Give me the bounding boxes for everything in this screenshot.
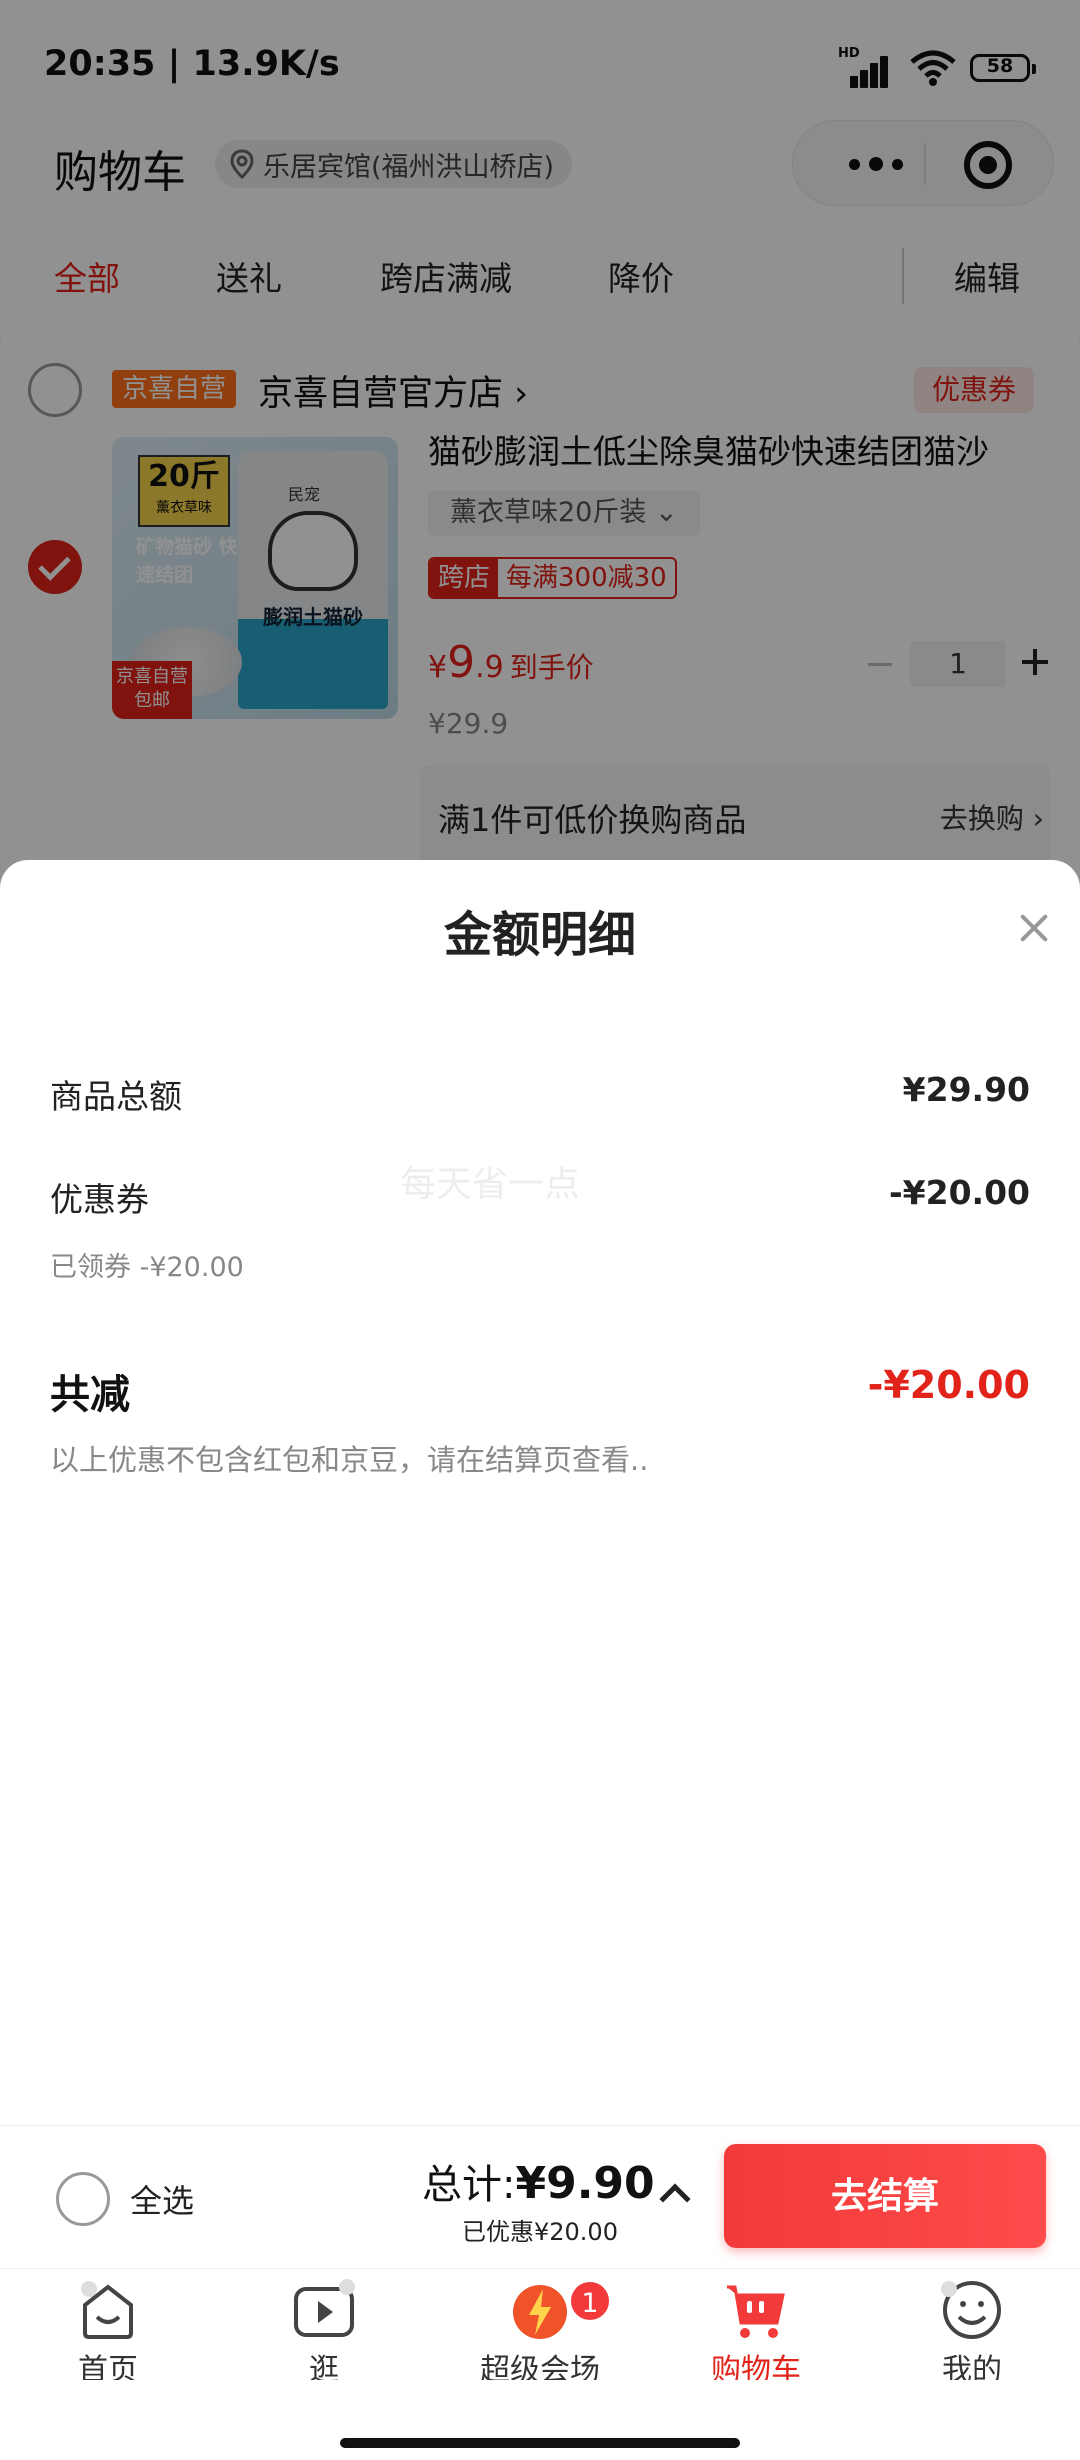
- gesture-area: [0, 2380, 1080, 2460]
- total-line: 总计:¥9.90: [422, 2152, 655, 2210]
- venue-icon: [513, 2285, 567, 2339]
- close-icon[interactable]: [1016, 910, 1052, 946]
- play-icon: [294, 2279, 355, 2337]
- profile-icon: [941, 2281, 1001, 2339]
- coupon-label: 优惠券: [50, 1180, 149, 1219]
- nav-venue[interactable]: 1 超级会场: [432, 2269, 648, 2388]
- nav-profile[interactable]: 我的: [864, 2269, 1080, 2388]
- total-amount: ¥9.90: [515, 2158, 655, 2209]
- watermark: 每天省一点: [400, 1164, 581, 1205]
- reduction-value: -¥20.00: [867, 1363, 1030, 1407]
- nav-cart[interactable]: 购物车: [648, 2269, 864, 2388]
- checkout-bar: 全选 总计:¥9.90 已优惠¥20.00 去结算: [0, 2125, 1080, 2267]
- goods-total-label: 商品总额: [50, 1077, 182, 1116]
- discount-note: 以上优惠不包含红包和京豆，请在结算页查看..: [50, 1443, 649, 1477]
- cart-icon: [727, 2285, 785, 2338]
- nav-home[interactable]: 首页: [0, 2269, 216, 2388]
- chevron-up-icon[interactable]: [659, 2183, 691, 2215]
- sheet-title: 金额明细: [443, 907, 636, 963]
- checkout-button[interactable]: 去结算: [724, 2144, 1046, 2248]
- saved-amount: 已优惠¥20.00: [462, 2218, 618, 2246]
- reduction-label: 共减: [50, 1372, 130, 1418]
- coupon-sub: 已领券 -¥20.00: [50, 1252, 244, 1283]
- coupon-value: -¥20.00: [888, 1173, 1030, 1212]
- goods-total-value: ¥29.90: [902, 1070, 1030, 1109]
- select-all-label[interactable]: 全选: [130, 2176, 194, 2222]
- total-prefix: 总计:: [422, 2162, 516, 2208]
- select-all-checkbox[interactable]: [56, 2172, 110, 2226]
- home-indicator[interactable]: [340, 2438, 740, 2448]
- home-icon: [81, 2281, 133, 2339]
- venue-badge: 1: [568, 2279, 612, 2323]
- bottom-nav: 首页 逛 1 超级会场 购物车 我的: [0, 2268, 1080, 2388]
- nav-browse[interactable]: 逛: [216, 2269, 432, 2388]
